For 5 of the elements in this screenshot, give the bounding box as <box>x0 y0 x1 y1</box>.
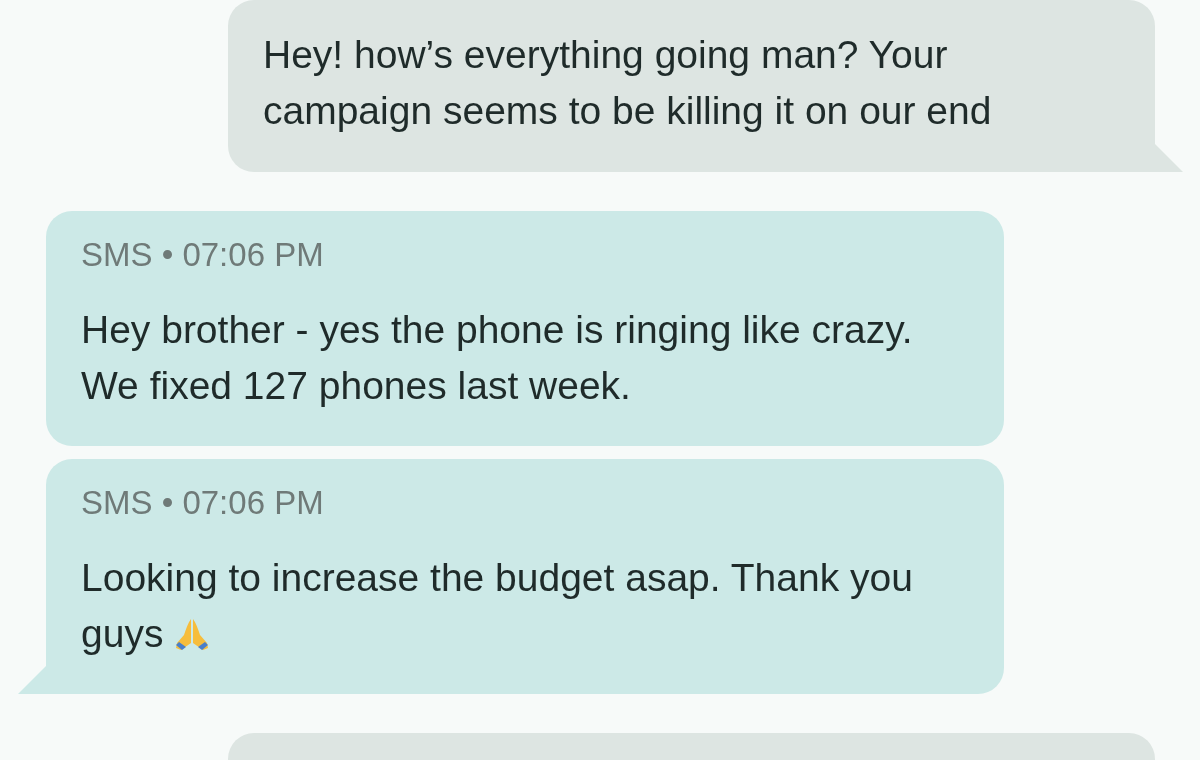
message-text: Looking to increase the budget asap. Thank you guys <box>81 556 913 655</box>
message-meta: SMS • 07:06 PM <box>81 237 325 273</box>
message-text: Hey! how’s everything going man? Your campaign seems to be killing it on our end <box>263 33 992 132</box>
message-text: Hey brother - yes the phone is ringing like crazy. We fixed 127 phones last week. <box>81 308 913 407</box>
message-meta: SMS • 07:06 PM <box>81 485 325 521</box>
